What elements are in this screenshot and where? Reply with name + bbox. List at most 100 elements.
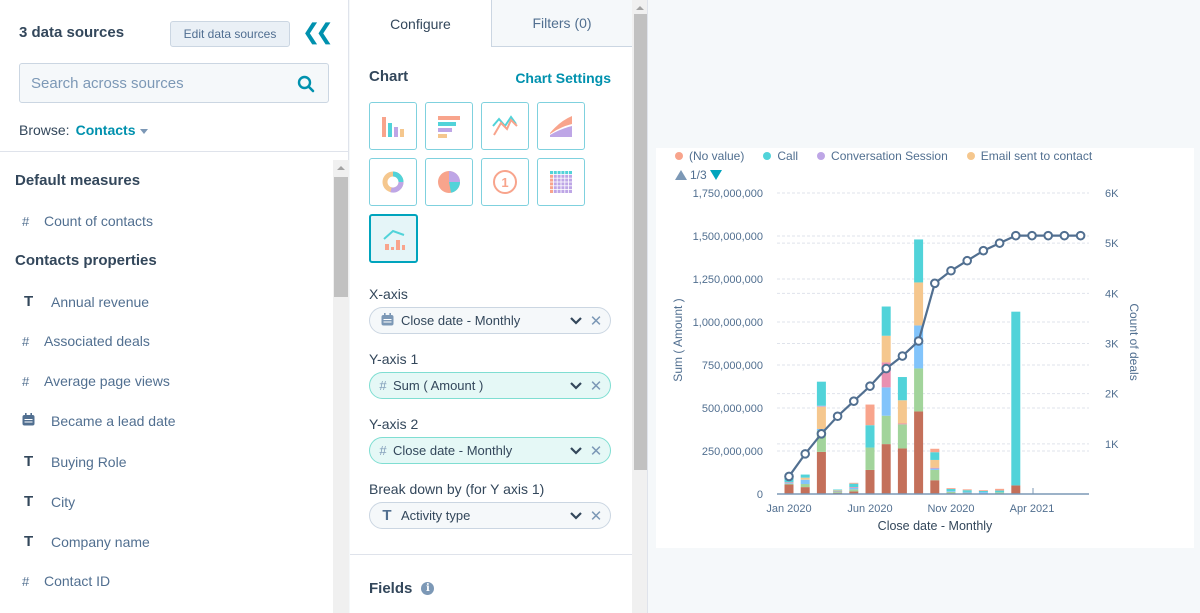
- search-input[interactable]: [20, 64, 280, 102]
- chevron-down-icon[interactable]: [569, 509, 583, 523]
- chart-type-combo[interactable]: [369, 214, 418, 263]
- bar-segment[interactable]: [930, 467, 940, 469]
- bar-segment[interactable]: [995, 490, 1005, 493]
- bar-segment[interactable]: [930, 452, 940, 460]
- chart-type-pie[interactable]: [425, 158, 473, 206]
- list-item[interactable]: T Company name: [22, 533, 150, 550]
- bar-segment[interactable]: [833, 489, 843, 491]
- bar-segment[interactable]: [914, 239, 924, 283]
- line-point[interactable]: [800, 449, 810, 459]
- list-item[interactable]: # Contact ID: [22, 573, 110, 589]
- bar-segment[interactable]: [784, 484, 794, 494]
- line-point[interactable]: [816, 429, 827, 439]
- tab-filters[interactable]: Filters (0): [491, 0, 632, 47]
- chart-settings-link[interactable]: Chart Settings: [515, 70, 611, 86]
- bar-segment[interactable]: [849, 483, 859, 488]
- bar-segment[interactable]: [897, 448, 907, 494]
- list-item[interactable]: # Average page views: [22, 373, 170, 389]
- bar-segment[interactable]: [897, 423, 907, 425]
- remove-icon[interactable]: ✕: [588, 377, 604, 395]
- bar-segment[interactable]: [978, 490, 988, 492]
- bar-segment[interactable]: [914, 368, 924, 412]
- bar-segment[interactable]: [800, 479, 810, 485]
- line-point[interactable]: [897, 351, 908, 361]
- bar-segment[interactable]: [914, 411, 924, 494]
- bar-segment[interactable]: [897, 377, 907, 401]
- line-point[interactable]: [994, 238, 1005, 248]
- bar-segment[interactable]: [995, 488, 1005, 491]
- list-item[interactable]: T City: [22, 493, 75, 510]
- bar-segment[interactable]: [930, 459, 940, 468]
- remove-icon[interactable]: ✕: [588, 507, 604, 525]
- line-point[interactable]: [930, 278, 940, 289]
- bar-segment[interactable]: [914, 282, 924, 326]
- bar-segment[interactable]: [816, 406, 826, 429]
- bar-segment[interactable]: [962, 491, 972, 493]
- chart-type-donut[interactable]: [369, 158, 417, 206]
- chart-type-vertical-bar[interactable]: [369, 102, 417, 150]
- bar-segment[interactable]: [849, 487, 859, 488]
- bar-segment[interactable]: [946, 489, 956, 492]
- chevron-down-icon[interactable]: [569, 379, 583, 393]
- bar-segment[interactable]: [930, 480, 940, 494]
- bar-segment[interactable]: [881, 335, 891, 363]
- line-point[interactable]: [913, 336, 924, 346]
- bar-segment[interactable]: [800, 474, 810, 478]
- line-point[interactable]: [978, 245, 989, 256]
- bar-segment[interactable]: [962, 490, 972, 492]
- bar-segment[interactable]: [897, 400, 907, 424]
- bar-segment[interactable]: [930, 469, 940, 481]
- line-point[interactable]: [849, 396, 859, 406]
- list-item[interactable]: T Buying Role: [22, 453, 127, 470]
- bar-segment[interactable]: [865, 404, 875, 426]
- line-point[interactable]: [881, 363, 891, 374]
- line-point[interactable]: [1027, 230, 1037, 241]
- line-point[interactable]: [1011, 230, 1021, 241]
- bar-segment[interactable]: [865, 425, 875, 448]
- bar-segment[interactable]: [881, 306, 891, 336]
- bar-segment[interactable]: [833, 490, 843, 492]
- chevron-down-icon[interactable]: [569, 314, 583, 328]
- scroll-up-icon[interactable]: [337, 166, 345, 170]
- scrollbar-thumb[interactable]: [634, 14, 647, 470]
- bar-segment[interactable]: [800, 484, 810, 488]
- bar-segment[interactable]: [881, 415, 891, 445]
- remove-icon[interactable]: ✕: [588, 312, 604, 330]
- tab-configure[interactable]: Configure: [350, 0, 491, 47]
- sidebar-scrollbar[interactable]: [333, 160, 349, 613]
- chart-type-line[interactable]: [481, 102, 529, 150]
- bar-segment[interactable]: [849, 482, 859, 484]
- bar-segment[interactable]: [946, 491, 956, 492]
- caret-down-icon[interactable]: [140, 128, 149, 134]
- bar-segment[interactable]: [930, 468, 940, 470]
- edit-data-sources-button[interactable]: Edit data sources: [170, 21, 290, 47]
- line-point[interactable]: [784, 471, 794, 482]
- list-item[interactable]: T Annual revenue: [22, 293, 149, 310]
- config-scrollbar[interactable]: [632, 0, 648, 613]
- chart-type-pivot-table[interactable]: [537, 158, 585, 206]
- line-point[interactable]: [1059, 230, 1070, 241]
- chart-type-area[interactable]: [537, 102, 585, 150]
- line-point[interactable]: [832, 411, 843, 422]
- bar-segment[interactable]: [800, 477, 810, 480]
- chart-type-horizontal-bar[interactable]: [425, 102, 473, 150]
- search-icon[interactable]: [297, 75, 315, 93]
- line-point[interactable]: [1043, 230, 1054, 241]
- remove-icon[interactable]: ✕: [588, 442, 604, 460]
- list-item[interactable]: Became a lead date: [22, 413, 176, 429]
- x-axis-field[interactable]: Close date - Monthly ✕: [369, 307, 611, 334]
- bar-segment[interactable]: [946, 491, 956, 494]
- scroll-up-icon[interactable]: [636, 6, 644, 10]
- double-chevron-left-icon[interactable]: ❮❮: [302, 20, 334, 44]
- list-item[interactable]: # Associated deals: [22, 333, 150, 349]
- browse-dropdown[interactable]: Contacts: [76, 122, 136, 138]
- y-axis-2-field[interactable]: # Close date - Monthly ✕: [369, 437, 611, 464]
- bar-segment[interactable]: [1011, 311, 1021, 486]
- bar-segment[interactable]: [784, 483, 794, 485]
- bar-segment[interactable]: [962, 489, 972, 491]
- bar-segment[interactable]: [897, 424, 907, 449]
- breakdown-field[interactable]: T Activity type ✕: [369, 502, 611, 529]
- bar-segment[interactable]: [849, 487, 859, 490]
- bar-segment[interactable]: [865, 469, 875, 494]
- bar-segment[interactable]: [1011, 485, 1021, 494]
